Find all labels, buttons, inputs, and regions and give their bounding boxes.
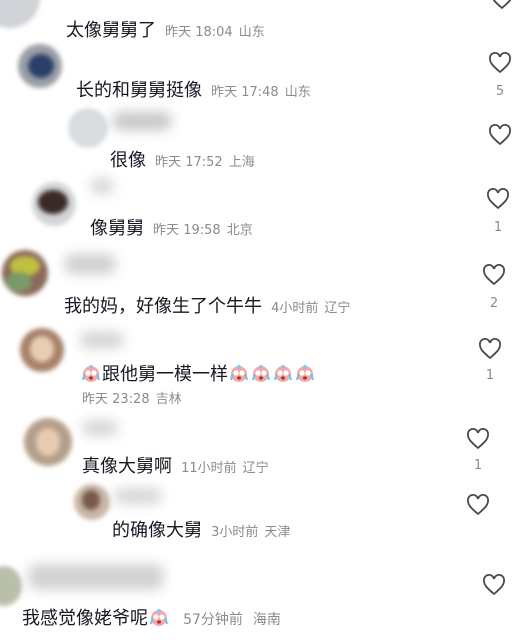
crying-face-emoji xyxy=(274,365,292,382)
comment-row: 跟他舅一模一样 xyxy=(80,360,316,386)
comment-time: 11小时前 xyxy=(181,461,237,476)
comment-time: 昨天 19:58 xyxy=(153,223,221,238)
crying-face-emoji xyxy=(150,609,168,626)
like-button[interactable] xyxy=(488,52,512,74)
comment-row: 我的妈，好像生了个牛牛 4小时前 辽宁 xyxy=(64,292,350,318)
like-button[interactable] xyxy=(490,0,514,10)
like-count: 1 xyxy=(485,368,495,383)
username-blurred xyxy=(28,564,164,590)
comment-location: 上海 xyxy=(228,155,255,170)
comment-location: 山东 xyxy=(284,85,311,100)
comment-meta: 昨天 17:48 山东 xyxy=(211,85,311,100)
avatar[interactable] xyxy=(2,250,48,296)
username-blurred xyxy=(114,488,162,504)
avatar[interactable] xyxy=(32,182,76,226)
comment-meta: 昨天 17:52 上海 xyxy=(155,155,255,170)
avatar[interactable] xyxy=(68,108,108,148)
comment-location: 辽宁 xyxy=(324,301,351,316)
comment-time: 4小时前 xyxy=(271,301,319,316)
comment-text: 像舅舅 xyxy=(90,218,144,239)
comment-text: 真像大舅啊 xyxy=(82,456,172,477)
comment-meta: 昨天 19:58 北京 xyxy=(153,223,253,238)
comment-meta: 昨天 18:04 山东 xyxy=(165,25,265,40)
comment-meta: 4小时前 辽宁 xyxy=(271,301,350,316)
like-button[interactable] xyxy=(482,264,506,286)
comment-location: 北京 xyxy=(226,223,253,238)
username-blurred xyxy=(80,332,124,348)
like-count: 5 xyxy=(495,84,505,99)
username-blurred xyxy=(112,112,172,130)
comment-text: 我感觉像姥爷呢 xyxy=(22,608,148,629)
comment-row: 真像大舅啊 11小时前 辽宁 xyxy=(82,452,269,478)
comment-meta: 3小时前 天津 xyxy=(211,525,290,540)
like-count: 1 xyxy=(473,458,483,473)
comment-row: 像舅舅 昨天 19:58 北京 xyxy=(90,214,253,240)
avatar[interactable] xyxy=(18,44,62,88)
comment-text: 我的妈，好像生了个牛牛 xyxy=(64,296,262,317)
like-count: 2 xyxy=(489,296,499,311)
username-blurred xyxy=(90,178,114,194)
crying-face-emoji xyxy=(252,365,270,382)
username-blurred xyxy=(64,254,116,274)
heart-outline-icon xyxy=(483,264,505,286)
avatar[interactable] xyxy=(24,418,72,466)
avatar[interactable] xyxy=(74,484,110,520)
heart-outline-icon xyxy=(467,428,489,450)
comment-row: 很像 昨天 17:52 上海 xyxy=(110,146,255,172)
avatar[interactable] xyxy=(0,566,22,606)
comment-meta: 11小时前 辽宁 xyxy=(181,461,269,476)
comment-row: 太像舅舅了 昨天 18:04 山东 xyxy=(66,16,265,42)
avatar[interactable] xyxy=(0,0,40,28)
comment-time: 昨天 17:52 xyxy=(155,155,223,170)
like-count: 1 xyxy=(493,220,503,235)
crying-face-emoji xyxy=(296,365,314,382)
avatar[interactable] xyxy=(20,328,64,372)
username-blurred xyxy=(82,420,118,436)
comment-text: 的确像大舅 xyxy=(112,520,202,541)
heart-outline-icon xyxy=(489,124,511,146)
heart-outline-icon xyxy=(489,52,511,74)
comment-time: 57分钟前 xyxy=(183,612,243,628)
heart-outline-icon xyxy=(479,338,501,360)
heart-outline-icon xyxy=(492,0,512,10)
comment-location: 山东 xyxy=(238,25,265,40)
comment-time: 昨天 23:28 xyxy=(82,392,150,407)
like-button[interactable] xyxy=(466,428,490,450)
comment-location: 天津 xyxy=(264,525,291,540)
heart-outline-icon xyxy=(487,188,509,210)
like-button[interactable] xyxy=(486,188,510,210)
comment-row: 长的和舅舅挺像 昨天 17:48 山东 xyxy=(76,76,311,102)
comment-text: 长的和舅舅挺像 xyxy=(76,80,202,101)
crying-face-emoji xyxy=(82,365,100,382)
like-button[interactable] xyxy=(488,124,512,146)
comment-location: 辽宁 xyxy=(242,461,269,476)
heart-outline-icon xyxy=(467,494,489,516)
comment-row: 的确像大舅 3小时前 天津 xyxy=(112,516,290,542)
like-button[interactable] xyxy=(466,494,490,516)
like-button[interactable] xyxy=(478,338,502,360)
comment-meta: 57分钟前 海南 xyxy=(183,612,281,628)
comment-text: 跟他舅一模一样 xyxy=(102,364,228,385)
heart-outline-icon xyxy=(483,574,505,596)
comment-row: 我感觉像姥爷呢 57分钟前 海南 xyxy=(22,604,281,630)
comment-time: 昨天 18:04 xyxy=(165,25,233,40)
comment-location: 海南 xyxy=(252,612,281,628)
comment-text: 太像舅舅了 xyxy=(66,20,156,41)
crying-face-emoji xyxy=(230,365,248,382)
comment-time: 昨天 17:48 xyxy=(211,85,279,100)
comment-meta: 昨天 23:28 吉林 xyxy=(82,388,182,407)
like-button[interactable] xyxy=(482,574,506,596)
comment-location: 吉林 xyxy=(155,392,182,407)
comment-text: 很像 xyxy=(110,150,146,171)
comment-time: 3小时前 xyxy=(211,525,259,540)
